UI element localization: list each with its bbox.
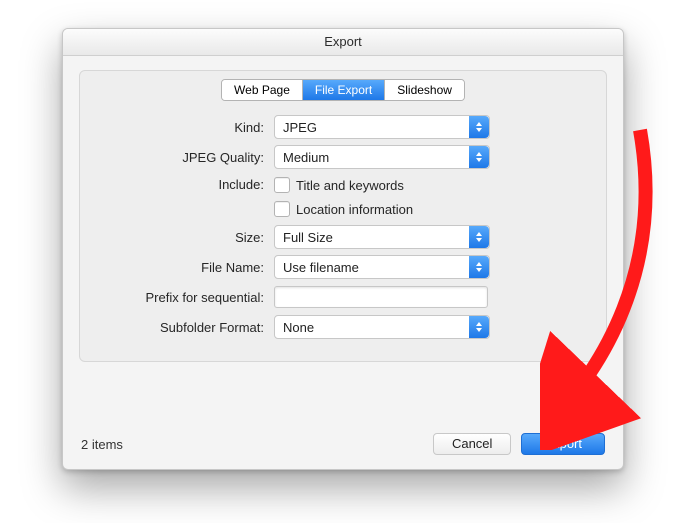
subfolder-select[interactable]: None bbox=[274, 315, 490, 339]
prefix-input[interactable] bbox=[274, 286, 488, 308]
location-checkbox[interactable] bbox=[274, 201, 290, 217]
quality-value: Medium bbox=[275, 150, 469, 165]
updown-icon bbox=[469, 226, 489, 248]
location-label: Location information bbox=[296, 202, 413, 217]
title-keywords-checkbox[interactable] bbox=[274, 177, 290, 193]
tab-file-export[interactable]: File Export bbox=[303, 80, 385, 100]
dialog-footer: 2 items Cancel Export bbox=[63, 423, 623, 469]
updown-icon bbox=[469, 116, 489, 138]
kind-select[interactable]: JPEG bbox=[274, 115, 490, 139]
filename-label: File Name: bbox=[94, 260, 274, 275]
quality-label: JPEG Quality: bbox=[94, 150, 274, 165]
subfolder-value: None bbox=[275, 320, 469, 335]
subfolder-label: Subfolder Format: bbox=[94, 320, 274, 335]
filename-select[interactable]: Use filename bbox=[274, 255, 490, 279]
tab-bar: Web Page File Export Slideshow bbox=[94, 79, 592, 101]
size-select[interactable]: Full Size bbox=[274, 225, 490, 249]
title-keywords-label: Title and keywords bbox=[296, 178, 404, 193]
filename-value: Use filename bbox=[275, 260, 469, 275]
size-value: Full Size bbox=[275, 230, 469, 245]
cancel-button[interactable]: Cancel bbox=[433, 433, 511, 455]
tab-web-page[interactable]: Web Page bbox=[222, 80, 303, 100]
updown-icon bbox=[469, 256, 489, 278]
quality-select[interactable]: Medium bbox=[274, 145, 490, 169]
dialog-content: Web Page File Export Slideshow Kind: JPE… bbox=[63, 56, 623, 423]
size-label: Size: bbox=[94, 230, 274, 245]
updown-icon bbox=[469, 316, 489, 338]
include-label: Include: bbox=[94, 175, 274, 192]
kind-label: Kind: bbox=[94, 120, 274, 135]
kind-value: JPEG bbox=[275, 120, 469, 135]
tab-slideshow[interactable]: Slideshow bbox=[385, 80, 464, 100]
item-count: 2 items bbox=[81, 437, 123, 452]
prefix-label: Prefix for sequential: bbox=[94, 290, 274, 305]
window-title: Export bbox=[63, 29, 623, 56]
updown-icon bbox=[469, 146, 489, 168]
export-dialog: Export Web Page File Export Slideshow Ki… bbox=[62, 28, 624, 470]
settings-panel: Web Page File Export Slideshow Kind: JPE… bbox=[79, 70, 607, 362]
export-button[interactable]: Export bbox=[521, 433, 605, 455]
